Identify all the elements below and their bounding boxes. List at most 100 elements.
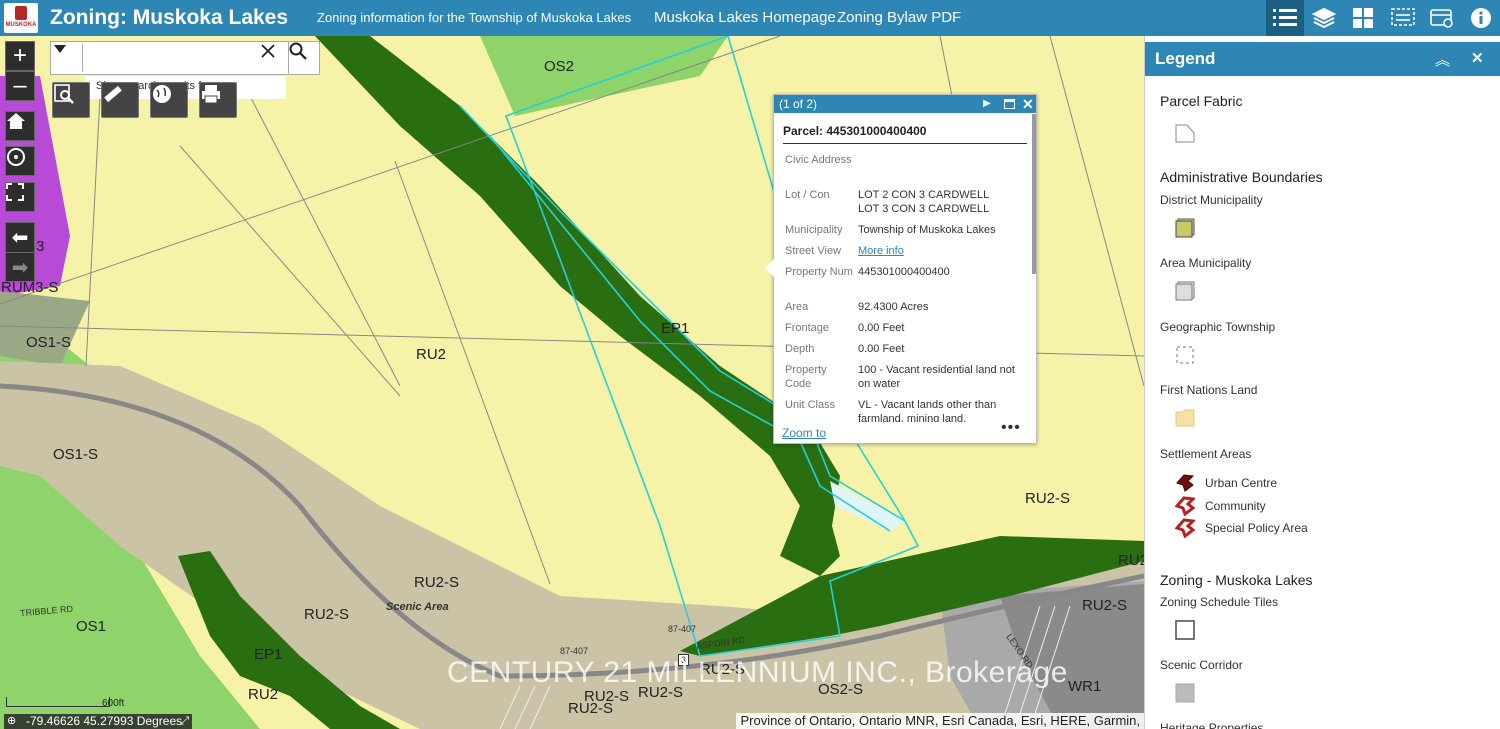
watermark-text: CENTURY 21 MILLENNIUM INC., Brokerage xyxy=(447,656,1068,689)
township-swatch xyxy=(1176,346,1194,364)
zoom-to-link[interactable]: Zoom to xyxy=(782,426,826,440)
search-widget xyxy=(50,41,320,75)
zone-label: RU2 xyxy=(248,686,279,703)
special-policy-swatch xyxy=(1175,518,1195,538)
search-input[interactable] xyxy=(85,44,285,72)
legend-section-heading: Zoning - Muskoka Lakes xyxy=(1160,572,1313,588)
locate-icon[interactable] xyxy=(5,146,35,176)
zone-label: OS1-S xyxy=(53,446,99,463)
identify-icon[interactable] xyxy=(52,82,90,118)
field-value: 445301000400400 xyxy=(858,266,950,278)
zone-label: RU2 xyxy=(1118,552,1144,569)
muskoka-logo: MUSKOKA xyxy=(4,3,38,33)
field-label: Area xyxy=(785,301,809,313)
parcel-popup: (1 of 2) ▶ ✕ Parcel: 445301000400400 Civ… xyxy=(765,94,1037,444)
legend-panel: Legend ︽ ✕ Parcel Fabric Administrative … xyxy=(1144,36,1500,729)
clear-icon[interactable] xyxy=(261,44,289,72)
app-root: MUSKOKA Zoning: Muskoka Lakes Zoning inf… xyxy=(0,0,1500,729)
field-value: 0.00 Feet xyxy=(858,343,905,355)
print-icon[interactable] xyxy=(199,82,237,118)
field-label: Municipality xyxy=(785,224,843,236)
field-value: 92.4300 Acres xyxy=(858,301,929,313)
field-value: 0.00 Feet xyxy=(858,322,905,334)
zone-label: RU2-S xyxy=(304,606,350,623)
zone-label: RU2-S xyxy=(1082,597,1128,614)
zone-label: EP1 xyxy=(254,646,283,663)
expand-icon[interactable]: ⤢ xyxy=(180,714,189,729)
home-icon[interactable] xyxy=(5,111,35,141)
measure-icon[interactable] xyxy=(101,82,139,118)
zone-label: RU2-S xyxy=(1025,490,1071,507)
app-subtitle: Zoning information for the Township of M… xyxy=(317,10,632,25)
popup-scrollbar[interactable] xyxy=(1032,114,1036,274)
zoom-out-button[interactable]: – xyxy=(5,71,35,101)
legend-item-label: Heritage Properties xyxy=(1160,721,1264,729)
legend-item-label: Scenic Corridor xyxy=(1160,658,1243,672)
legend-section-heading: Administrative Boundaries xyxy=(1160,169,1323,185)
layers-icon[interactable] xyxy=(1305,0,1343,36)
collapse-icon[interactable]: ︽ xyxy=(1435,49,1450,70)
legend-item-label: Community xyxy=(1205,499,1266,513)
homepage-link[interactable]: Muskoka Lakes Homepage xyxy=(654,9,836,26)
previous-extent-icon[interactable]: ⬅ xyxy=(5,222,35,252)
popup-pointer xyxy=(765,259,774,277)
popup-count: (1 of 2) xyxy=(779,97,818,111)
legend-item-label: First Nations Land xyxy=(1160,383,1258,397)
zone-label: WR1 xyxy=(1068,678,1102,695)
field-label: Property Num xyxy=(785,266,853,278)
area-municipality-swatch xyxy=(1175,281,1195,301)
legend-item-label: Urban Centre xyxy=(1205,476,1278,490)
basemap-grid-icon[interactable] xyxy=(1344,0,1382,36)
next-feature-icon[interactable]: ▶ xyxy=(983,95,991,113)
zone-label: OS2 xyxy=(544,58,575,75)
globe-icon[interactable] xyxy=(150,82,188,118)
crosshair-icon: ⊕ xyxy=(7,715,17,727)
scale-bar xyxy=(6,697,110,707)
field-label: Street View xyxy=(785,245,842,257)
map-attribution: Province of Ontario, Ontario MNR, Esri C… xyxy=(736,713,1144,729)
street-view-link[interactable]: More info xyxy=(858,244,1018,258)
field-label: Civic Address xyxy=(785,154,852,166)
print-table-icon[interactable] xyxy=(1423,0,1461,36)
search-icon[interactable] xyxy=(288,42,320,74)
field-value: Township of Muskoka Lakes xyxy=(858,224,996,236)
legend-title: Legend xyxy=(1155,49,1216,68)
legend-list-icon[interactable] xyxy=(1266,0,1304,36)
legend-item-label: Area Municipality xyxy=(1160,256,1252,270)
legend-item-label: Geographic Township xyxy=(1160,320,1276,334)
popup-header: (1 of 2) ▶ ✕ xyxy=(774,95,1036,113)
query-icon[interactable] xyxy=(1384,0,1422,36)
bylaw-pdf-link[interactable]: Zoning Bylaw PDF xyxy=(837,9,961,26)
zoom-in-button[interactable]: + xyxy=(5,41,35,71)
district-swatch xyxy=(1175,218,1195,238)
more-actions-icon[interactable]: ••• xyxy=(1001,419,1021,437)
field-value: 100 - Vacant residential land not on wat… xyxy=(858,364,1015,390)
app-header: MUSKOKA Zoning: Muskoka Lakes Zoning inf… xyxy=(0,0,1500,36)
field-label: Unit Class xyxy=(785,399,836,411)
app-title: Zoning: Muskoka Lakes xyxy=(50,6,289,29)
field-value: VL - Vacant lands other than farmland, m… xyxy=(858,399,997,422)
legend-section-heading: Parcel Fabric xyxy=(1160,93,1243,109)
legend-item-label: Zoning Schedule Tiles xyxy=(1160,595,1279,609)
next-extent-icon[interactable]: ➡ xyxy=(5,252,35,282)
field-label: Frontage xyxy=(785,322,830,334)
search-source-dropdown[interactable] xyxy=(53,44,83,72)
field-label: Lot / Con xyxy=(785,189,830,201)
legend-item-label: Special Policy Area xyxy=(1205,521,1308,535)
info-icon[interactable] xyxy=(1462,0,1500,36)
legend-header: Legend ︽ ✕ xyxy=(1145,42,1500,76)
close-icon[interactable]: ✕ xyxy=(1471,49,1484,67)
field-label: Depth xyxy=(785,343,815,355)
scenic-area-label: Scenic Area xyxy=(386,601,449,613)
zone-label: RU2-S xyxy=(414,574,460,591)
maximize-icon[interactable] xyxy=(1004,99,1015,109)
zone-label: RU2-S xyxy=(568,700,614,717)
legend-section-heading: Settlement Areas xyxy=(1160,447,1252,461)
coordinate-readout: ⊕ -79.46626 45.27993 Degrees ⤢ xyxy=(4,714,192,729)
community-swatch xyxy=(1175,496,1195,516)
map-view[interactable]: OS2 RU2 OS1-S OS1-S EP1 RU2-S RU2-S RU2-… xyxy=(0,36,1144,729)
scenic-corridor-swatch xyxy=(1175,683,1195,703)
close-icon[interactable]: ✕ xyxy=(1022,95,1034,113)
zone-label: RU2 xyxy=(416,346,447,363)
fullscreen-icon[interactable] xyxy=(5,182,35,212)
